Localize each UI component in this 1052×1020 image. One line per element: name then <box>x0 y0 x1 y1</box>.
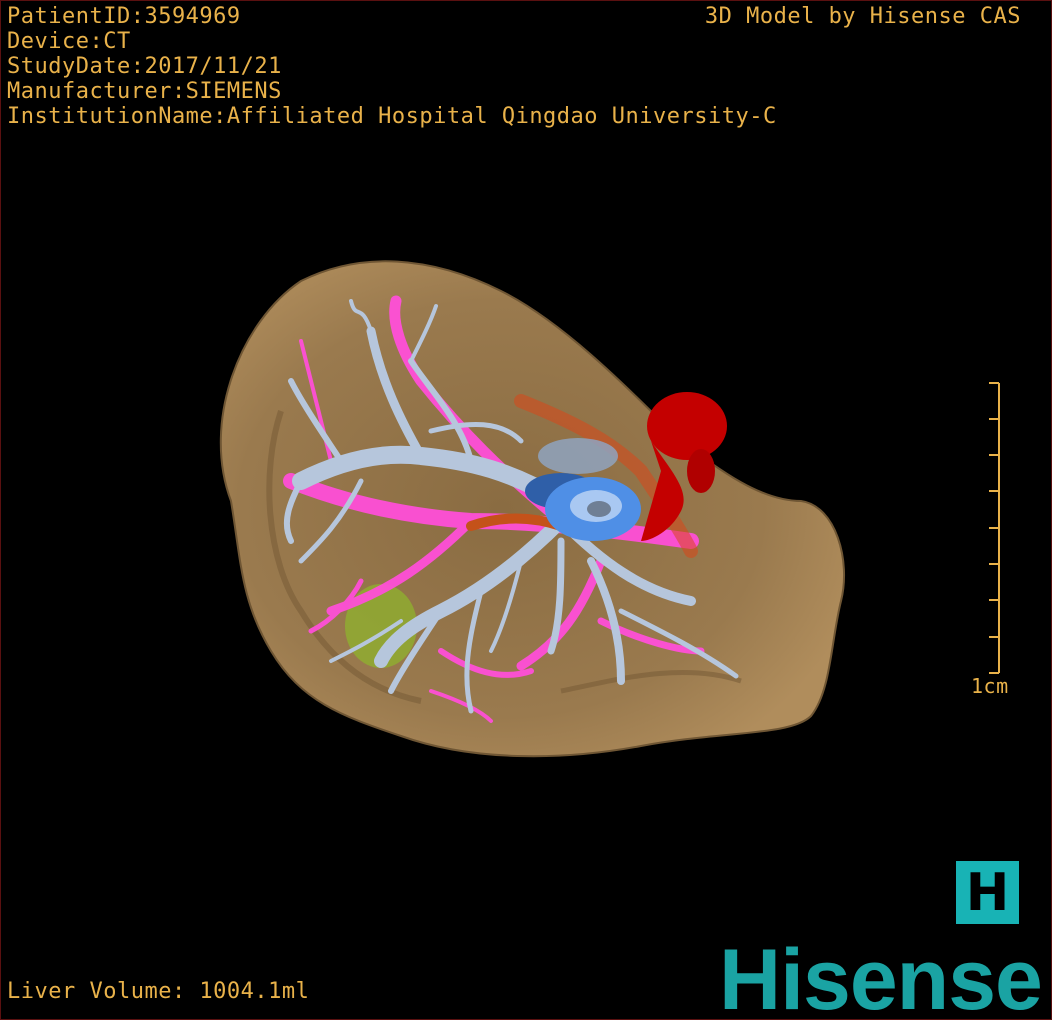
liver-3d-model[interactable] <box>1 1 1052 1020</box>
institution-name: InstitutionName:Affiliated Hospital Qing… <box>7 104 777 129</box>
render-viewport[interactable]: PatientID:3594969 Device:CT StudyDate:20… <box>0 0 1052 1020</box>
patient-id: PatientID:3594969 <box>7 4 241 29</box>
manufacturer: Manufacturer:SIEMENS <box>7 79 282 104</box>
device: Device:CT <box>7 29 131 54</box>
model-caption: 3D Model by Hisense CAS <box>704 4 1021 29</box>
hisense-logo: Hisense <box>719 932 1043 1020</box>
patient-info-panel: PatientID:3594969 Device:CT StudyDate:20… <box>7 4 777 129</box>
h-badge-letter: H <box>965 862 1010 923</box>
scale-bar-label: 1cm <box>971 674 1009 698</box>
liver-surface <box>219 260 845 758</box>
liver-volume: Liver Volume: 1004.1ml <box>7 979 310 1004</box>
hisense-h-badge-icon: H <box>956 861 1019 924</box>
study-date: StudyDate:2017/11/21 <box>7 54 282 79</box>
scale-bar <box>989 382 1000 674</box>
